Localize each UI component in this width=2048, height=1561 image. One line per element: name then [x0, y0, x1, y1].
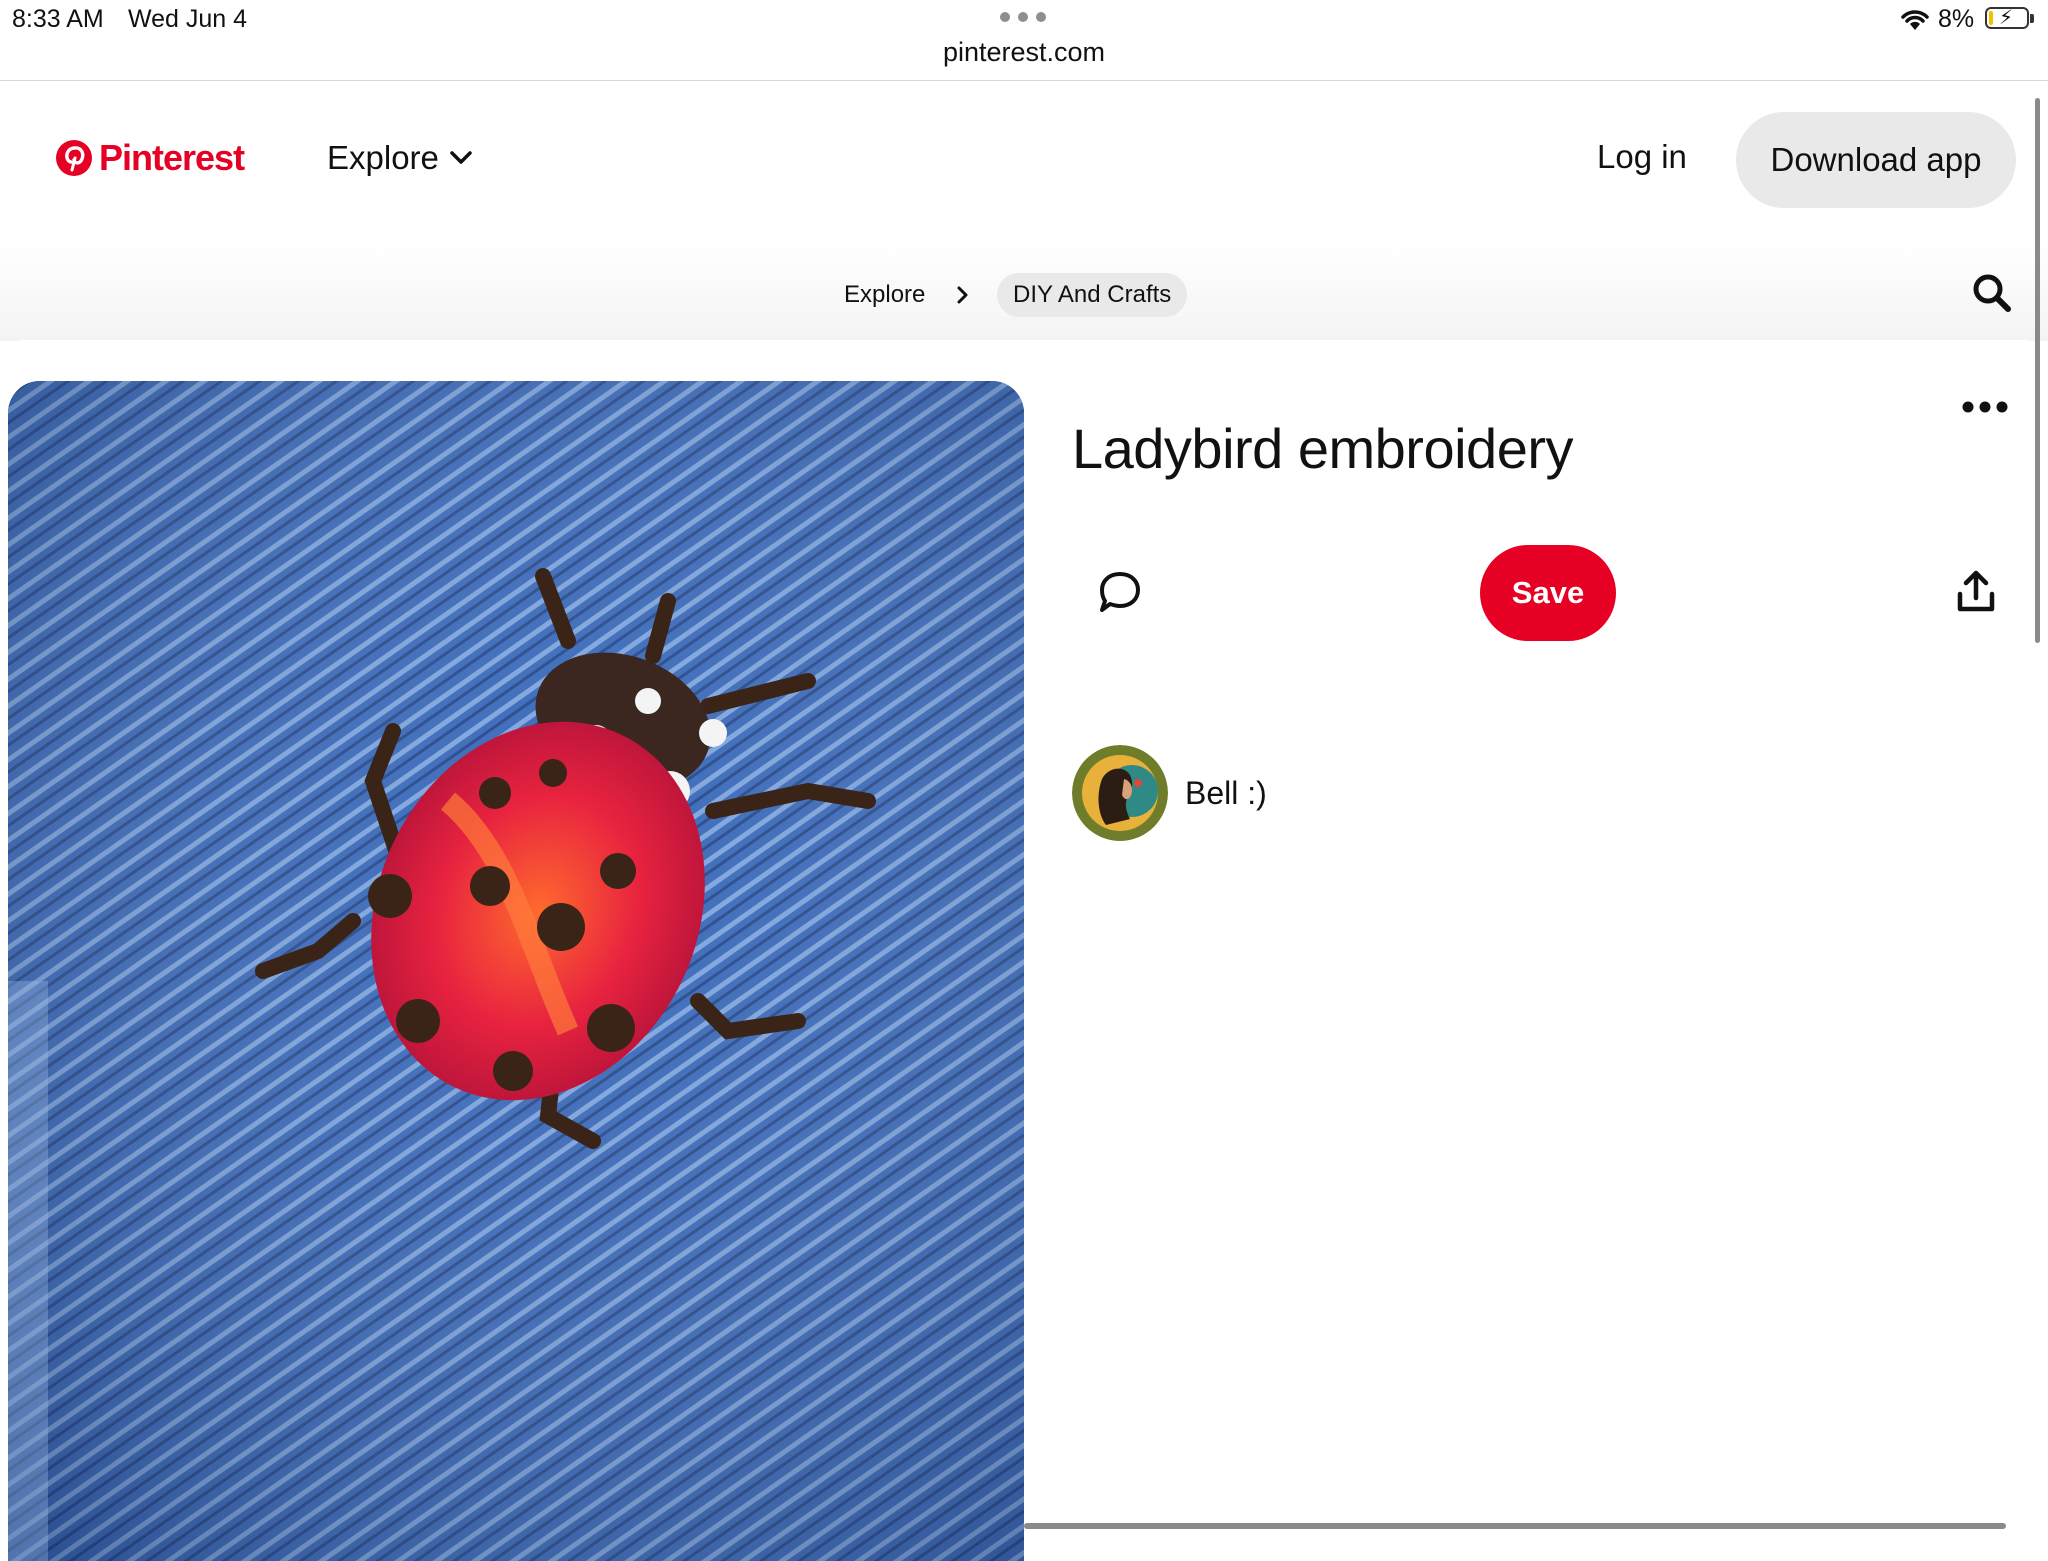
creator-profile[interactable]: Bell :): [1072, 745, 1267, 841]
avatar[interactable]: [1072, 745, 1168, 841]
ladybird-embroidery-image: [8, 381, 1024, 1561]
more-dots-icon[interactable]: [1000, 12, 1048, 24]
chevron-right-icon: [957, 286, 968, 304]
breadcrumb: Explore DIY And Crafts: [0, 241, 2048, 341]
comment-icon[interactable]: [1096, 568, 1144, 616]
more-options-icon[interactable]: [1960, 395, 2010, 419]
status-time: 8:33 AM: [12, 5, 104, 33]
pinterest-p-icon: [56, 140, 92, 176]
horizontal-scrollbar[interactable]: [1024, 1523, 2006, 1529]
vertical-scrollbar[interactable]: [2035, 98, 2040, 643]
creator-name[interactable]: Bell :): [1185, 775, 1267, 812]
battery-icon: ⚡: [1985, 7, 2029, 29]
status-date: Wed Jun 4: [128, 5, 248, 33]
explore-menu-label: Explore: [327, 139, 439, 176]
download-app-button[interactable]: Download app: [1736, 112, 2016, 208]
search-icon[interactable]: [1970, 271, 2014, 315]
login-link[interactable]: Log in: [1597, 138, 1687, 176]
creator-avatar-image: [1072, 745, 1168, 841]
pin-card: Ladybird embroidery Save Bell :): [0, 340, 2048, 1561]
save-button[interactable]: Save: [1480, 545, 1616, 641]
address-bar-url[interactable]: pinterest.com: [0, 37, 2048, 68]
site-header: Pinterest Explore Log in Download app: [0, 81, 2048, 241]
logo-text: Pinterest: [99, 137, 245, 178]
pinterest-logo[interactable]: Pinterest: [55, 137, 245, 179]
battery-percent: 8%: [1938, 5, 1975, 33]
breadcrumb-diy-and-crafts[interactable]: DIY And Crafts: [997, 273, 1188, 317]
share-icon[interactable]: [1954, 570, 1998, 614]
pin-image[interactable]: [8, 381, 1024, 1561]
browser-status-bar: 8:33 AM Wed Jun 4 pinterest.com 8% ⚡: [0, 0, 2048, 81]
breadcrumb-explore[interactable]: Explore: [844, 281, 925, 309]
chevron-down-icon: [450, 151, 472, 164]
battery-cap: [2030, 14, 2034, 23]
explore-menu-button[interactable]: Explore: [327, 136, 473, 180]
pin-title: Ladybird embroidery: [1072, 417, 1573, 480]
wifi-icon: [1901, 10, 1929, 30]
